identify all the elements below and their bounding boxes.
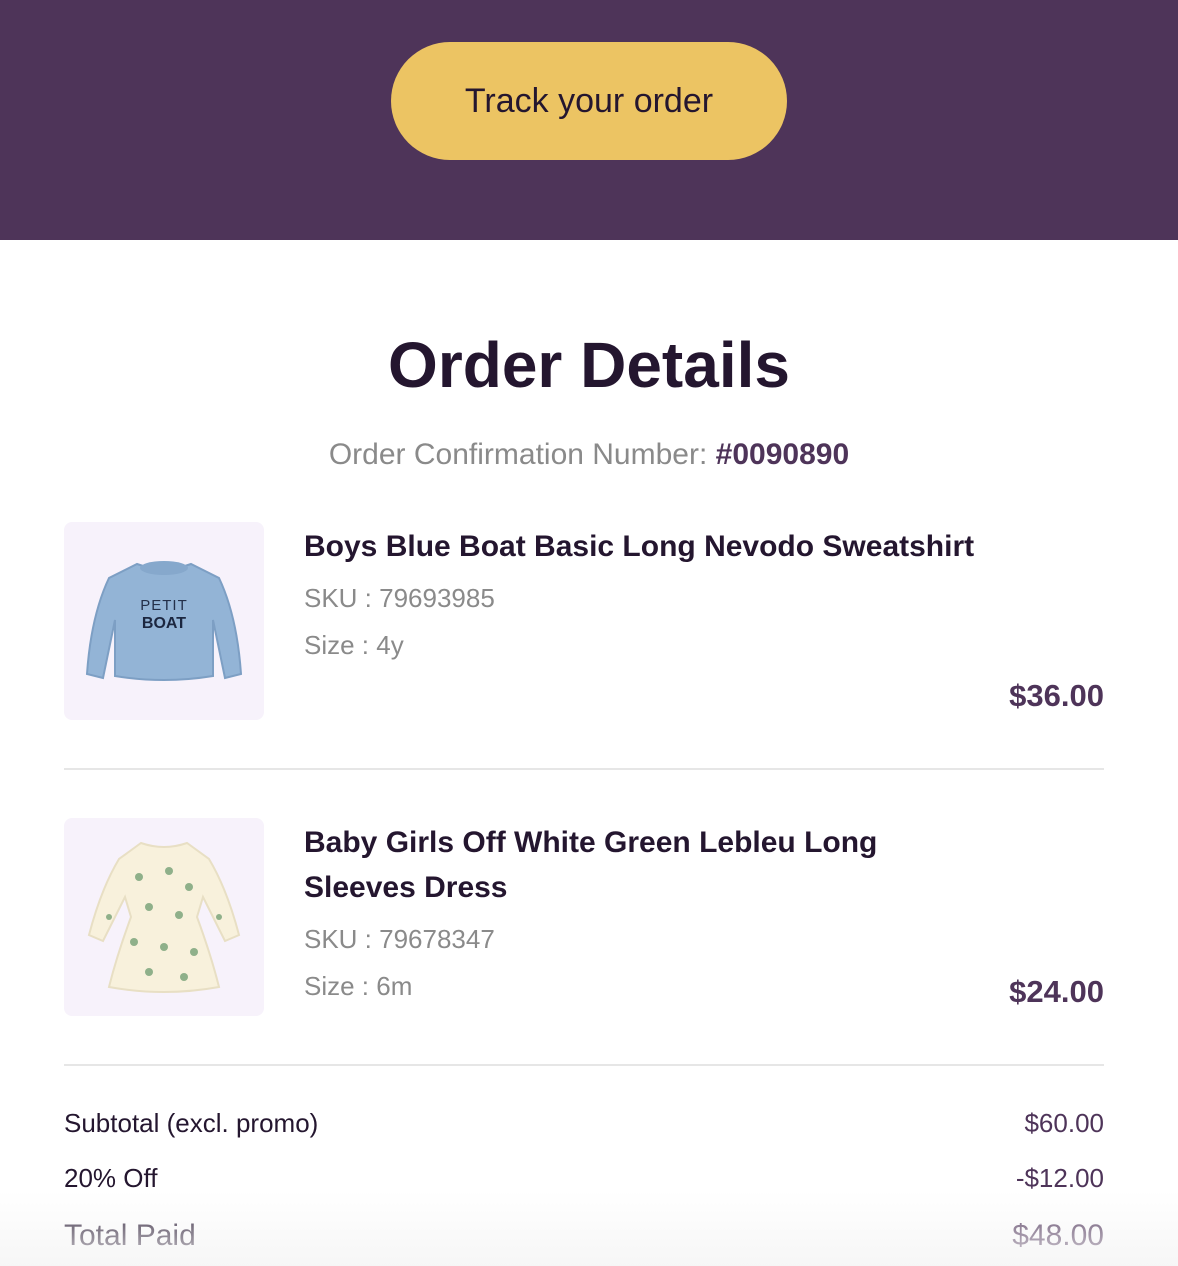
product-name[interactable]: Baby Girls Off White Green Lebleu Long S… xyxy=(304,820,984,910)
subtotal-label: Subtotal (excl. promo) xyxy=(64,1108,319,1138)
total-label: Total Paid xyxy=(64,1219,196,1252)
page-title: Order Details xyxy=(388,329,790,401)
sweatshirt-print-bottom: BOAT xyxy=(142,615,186,632)
product-info: Baby Girls Off White Green Lebleu Long S… xyxy=(304,818,1104,1016)
header-banner: Track your order xyxy=(0,0,1178,240)
total-value: $48.00 xyxy=(1012,1219,1104,1252)
total-row: Total Paid $48.00 xyxy=(64,1206,1104,1266)
subtotal-value: $60.00 xyxy=(1024,1108,1104,1138)
sweatshirt-image: PETIT BOAT xyxy=(85,561,243,681)
confirmation-label: Order Confirmation Number: xyxy=(328,438,708,471)
dress-image xyxy=(87,841,241,993)
product-sku: SKU : 79678347 xyxy=(304,924,495,954)
subtotal-row: Subtotal (excl. promo) $60.00 xyxy=(64,1096,1104,1151)
confirmation-number: #0090890 xyxy=(715,438,850,471)
product-sku: SKU : 79693985 xyxy=(304,583,495,613)
product-size: Size : 4y xyxy=(304,630,404,660)
order-confirmation: Order Confirmation Number: #0090890 xyxy=(0,438,1178,472)
product-price: $24.00 xyxy=(1009,974,1104,1009)
product-info: Boys Blue Boat Basic Long Nevodo Sweatsh… xyxy=(304,522,1104,720)
product-name[interactable]: Boys Blue Boat Basic Long Nevodo Sweatsh… xyxy=(304,524,984,569)
discount-row: 20% Off -$12.00 xyxy=(64,1151,1104,1206)
track-order-button[interactable]: Track your order xyxy=(391,42,787,160)
product-size: Size : 6m xyxy=(304,971,413,1001)
sweatshirt-print-top: PETIT xyxy=(140,597,188,614)
product-image-dress[interactable] xyxy=(64,818,264,1016)
discount-value: -$12.00 xyxy=(1015,1163,1104,1193)
discount-label: 20% Off xyxy=(64,1163,158,1193)
product-image-sweatshirt[interactable]: PETIT BOAT xyxy=(64,522,264,720)
product-price: $36.00 xyxy=(1009,678,1104,713)
list-item[interactable]: Baby Girls Off White Green Lebleu Long S… xyxy=(64,770,1104,1066)
list-item[interactable]: PETIT BOAT Boys Blue Boat Basic Long Nev… xyxy=(64,522,1104,770)
order-items: PETIT BOAT Boys Blue Boat Basic Long Nev… xyxy=(64,522,1104,1066)
order-totals: Subtotal (excl. promo) $60.00 20% Off -$… xyxy=(64,1096,1104,1266)
